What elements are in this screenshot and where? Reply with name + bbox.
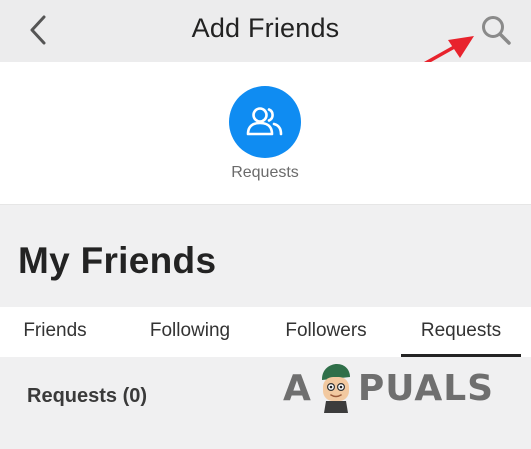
requests-circle <box>229 86 301 158</box>
tab-followers[interactable]: Followers <box>266 307 386 357</box>
tab-following[interactable]: Following <box>128 307 252 357</box>
watermark-left-text: A <box>283 367 312 409</box>
requests-heading: Requests (0) <box>27 385 148 407</box>
friends-icon <box>246 107 283 136</box>
watermark-right-text: PUALS <box>357 367 495 409</box>
tab-friends[interactable]: Friends <box>0 307 110 357</box>
mascot-icon <box>321 364 350 413</box>
quick-actions-panel: Requests <box>0 62 531 205</box>
requests-quick-action-label: Requests <box>231 164 299 181</box>
search-icon <box>482 16 511 45</box>
search-button[interactable] <box>476 10 516 50</box>
watermark-logo: A PUALS <box>283 358 503 418</box>
friends-tabbar: Friends Following Followers Requests <box>0 307 531 357</box>
section-title: My Friends <box>18 240 217 281</box>
requests-quick-action[interactable]: Requests <box>220 84 310 194</box>
tab-requests[interactable]: Requests <box>401 307 521 357</box>
